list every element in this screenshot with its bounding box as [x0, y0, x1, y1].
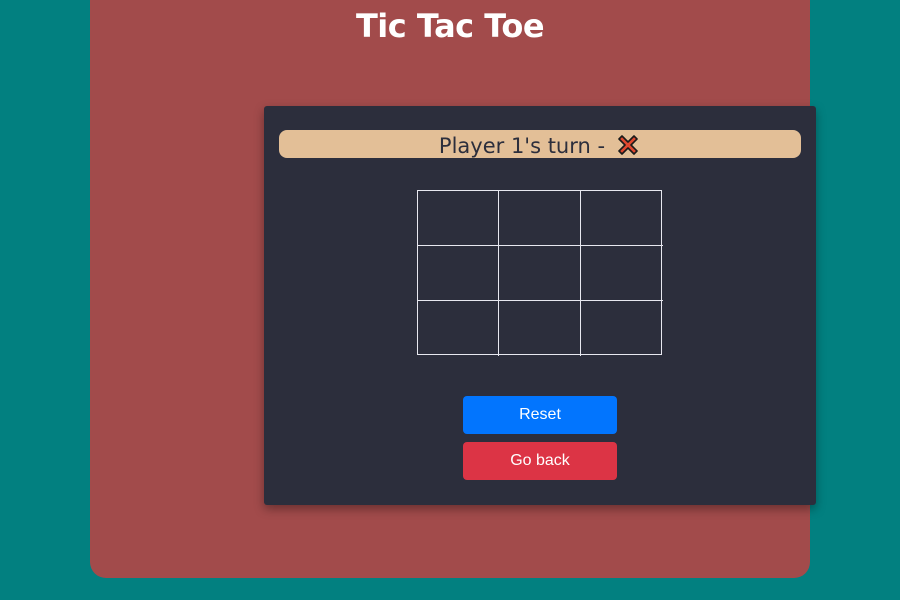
board-cell-6[interactable] — [581, 246, 663, 301]
board-cell-3[interactable] — [581, 191, 663, 246]
game-card: Player 1's turn - Reset Go back — [264, 106, 816, 505]
turn-text: Player 1's turn - — [438, 133, 606, 158]
turn-indicator: Player 1's turn - — [279, 130, 801, 158]
board-cell-2[interactable] — [499, 191, 581, 246]
board-cell-1[interactable] — [418, 191, 499, 246]
board-cell-4[interactable] — [418, 246, 499, 301]
x-icon — [615, 132, 641, 158]
go-back-button[interactable]: Go back — [463, 442, 617, 480]
board-cell-5[interactable] — [499, 246, 581, 301]
board-cell-7[interactable] — [418, 301, 499, 356]
game-board — [417, 190, 663, 356]
game-panel: Tic Tac Toe Player 1's turn - Reset Go b… — [90, 0, 816, 578]
board-cell-9[interactable] — [581, 301, 663, 356]
reset-button[interactable]: Reset — [463, 396, 617, 434]
page-title: Tic Tac Toe — [355, 7, 545, 45]
board-cell-8[interactable] — [499, 301, 581, 356]
